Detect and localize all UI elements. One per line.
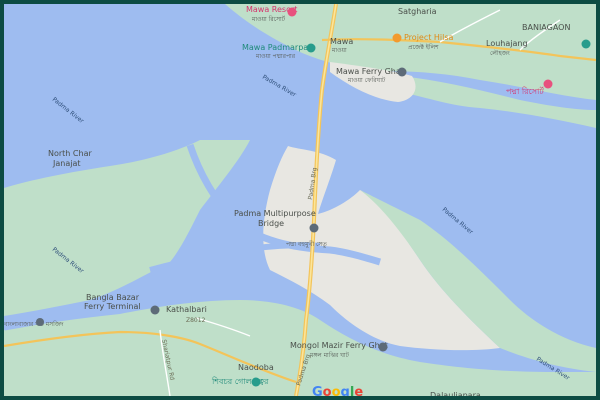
- place-satgharia: Satgharia: [398, 7, 437, 16]
- mosque-pin[interactable]: [36, 318, 44, 326]
- place-mawa-bn: মাওয়া: [331, 47, 347, 54]
- place-mawa-padmarpar-bn: মাওয়া পদ্মারপার: [255, 53, 296, 60]
- place-mongol-mazir-bn: মঙ্গল মাঝির ঘাট: [309, 351, 350, 359]
- place-mawa: Mawa: [330, 37, 353, 46]
- place-padma-bridge-bn: পদ্মা বহুমুখী সেতু: [286, 240, 327, 248]
- place-mawa-padmarpar[interactable]: Mawa Padmarpar: [242, 43, 312, 52]
- padma-bridge-pin[interactable]: [309, 223, 319, 233]
- north-char-line1: North Char: [48, 149, 92, 158]
- goal-chattar-pin[interactable]: [251, 377, 261, 387]
- mawa-resort-pin[interactable]: [287, 7, 297, 17]
- louhajang-pin[interactable]: [581, 39, 591, 49]
- place-bangla-bazar-bn: বাংলাবাজার ঘাট মসজিদ: [3, 320, 64, 328]
- padma-bridge-line2: Bridge: [258, 219, 284, 228]
- place-mawa-ferry-ghat-bn: মাওয়া ফেরিঘাট: [347, 76, 386, 84]
- place-naodoba: Naodoba: [238, 363, 274, 372]
- place-louhajang-bn: লৌহজং: [490, 50, 510, 57]
- place-project-hilsa-bn: প্রজেক্ট ইলিশ: [408, 44, 439, 51]
- mawa-padmarpar-pin[interactable]: [306, 43, 316, 53]
- bangla-bazar-line1: Bangla Bazar: [86, 293, 140, 302]
- place-kathalbari: Kathalbari: [166, 305, 207, 314]
- bangla-bazar-pin[interactable]: [150, 305, 160, 315]
- project-hilsa-pin[interactable]: [392, 33, 402, 43]
- road-label-z8012: Z8012: [186, 317, 206, 324]
- place-mawa-ferry-ghat[interactable]: Mawa Ferry Ghat: [336, 67, 404, 76]
- padma-poi-pin[interactable]: [543, 79, 553, 89]
- place-project-hilsa[interactable]: Project Hilsa: [404, 33, 454, 42]
- place-louhajang: Louhajang: [486, 39, 528, 48]
- place-baniagaon: BANIAGAON: [522, 23, 570, 32]
- bangla-bazar-line2: Ferry Terminal: [84, 302, 141, 311]
- mongol-mazir-pin[interactable]: [378, 342, 388, 352]
- place-padma-bn-poi[interactable]: পদ্মা রিসোর্ট: [506, 86, 544, 96]
- padma-bridge-line1: Padma Multipurpose: [234, 209, 316, 218]
- north-char-line2: Janajat: [52, 159, 81, 168]
- mawa-ferry-ghat-pin[interactable]: [397, 67, 407, 77]
- place-bangla-bazar[interactable]: Bangla Bazar Ferry Terminal: [84, 293, 142, 311]
- place-mongol-mazir-ferry-ghat[interactable]: Mongol Mazir Ferry Ghat: [290, 341, 388, 350]
- place-mawa-resort-bn: মাওয়া রিসোর্ট: [251, 15, 286, 23]
- map-canvas[interactable]: Padma River Padma River Padma River Padm…: [0, 0, 600, 400]
